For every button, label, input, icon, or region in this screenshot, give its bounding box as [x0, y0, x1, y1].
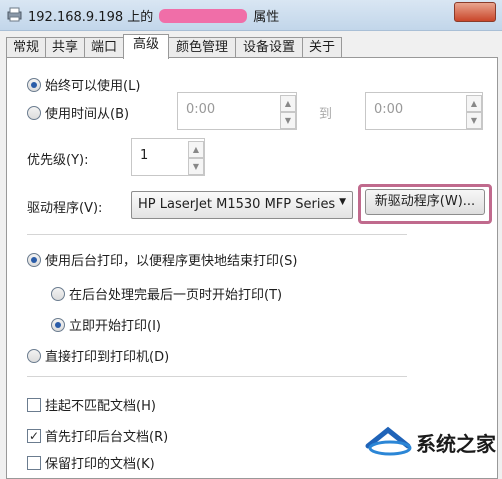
tab-ports[interactable]: 端口 [84, 37, 124, 58]
always-available-radio[interactable] [27, 78, 41, 92]
time-range-label: 使用时间从(B) [45, 107, 130, 122]
hold-mismatched-checkbox[interactable] [27, 398, 41, 412]
time-range-radio[interactable] [27, 106, 41, 120]
keep-printed-checkbox[interactable] [27, 456, 41, 470]
driver-select[interactable]: HP LaserJet M1530 MFP Series ▼ [131, 191, 353, 219]
separator [27, 376, 407, 377]
from-time-value: 0:00 [186, 102, 216, 117]
printer-icon [7, 7, 22, 22]
advanced-panel: 始终可以使用(L) 使用时间从(B) 0:00 ▲ ▼ 到 0:00 ▲ ▼ 优先级… [6, 57, 498, 479]
priority-value: 1 [140, 148, 149, 163]
tab-color-management[interactable]: 颜色管理 [168, 37, 236, 58]
spool-label: 使用后台打印，以便程序更快地结束打印(S) [45, 254, 298, 269]
spin-down-icon[interactable]: ▼ [466, 112, 482, 129]
driver-select-value: HP LaserJet M1530 MFP Series [138, 197, 336, 212]
watermark: 系统之家 [362, 422, 496, 458]
tab-device-settings[interactable]: 设备设置 [235, 37, 303, 58]
start-after-last-page-radio[interactable] [51, 287, 65, 301]
start-immediately-radio[interactable] [51, 318, 65, 332]
tab-about[interactable]: 关于 [302, 37, 342, 58]
to-time-value: 0:00 [374, 102, 404, 117]
print-spooled-first-label: 首先打印后台文档(R) [45, 430, 169, 445]
spin-up-icon[interactable]: ▲ [466, 95, 482, 112]
chevron-down-icon: ▼ [339, 197, 346, 207]
separator [27, 234, 407, 235]
from-time-spinner[interactable]: 0:00 ▲ ▼ [177, 92, 297, 130]
print-spooled-first-checkbox[interactable]: ✓ [27, 429, 41, 443]
spool-radio[interactable] [27, 253, 41, 267]
tab-advanced[interactable]: 高级 [123, 34, 169, 59]
tab-sharing[interactable]: 共享 [45, 37, 85, 58]
to-label: 到 [319, 107, 333, 122]
start-after-last-page-label: 在后台处理完最后一页时开始打印(T) [69, 288, 283, 303]
close-button[interactable] [454, 2, 496, 22]
direct-print-radio[interactable] [27, 349, 41, 363]
watermark-text: 系统之家 [416, 432, 496, 456]
spin-down-icon[interactable]: ▼ [188, 158, 204, 175]
spin-down-icon[interactable]: ▼ [280, 112, 296, 129]
to-time-spinner[interactable]: 0:00 ▲ ▼ [365, 92, 483, 130]
hold-mismatched-label: 挂起不匹配文档(H) [45, 399, 156, 414]
keep-printed-label: 保留打印的文档(K) [45, 457, 155, 472]
tab-general[interactable]: 常规 [6, 37, 46, 58]
direct-print-label: 直接打印到打印机(D) [45, 350, 170, 365]
start-immediately-label: 立即开始打印(I) [69, 319, 161, 334]
window-title: 192.168.9.198 上的 属性 [28, 9, 280, 25]
new-driver-button[interactable]: 新驱动程序(W)... [365, 189, 485, 215]
priority-label: 优先级(Y): [27, 153, 89, 168]
spin-up-icon[interactable]: ▲ [188, 141, 204, 158]
spin-up-icon[interactable]: ▲ [280, 95, 296, 112]
redacted-name [159, 9, 248, 23]
always-available-label: 始终可以使用(L) [45, 79, 141, 94]
house-logo-icon [365, 426, 412, 456]
title-bar: 192.168.9.198 上的 属性 [0, 0, 502, 31]
priority-spinner[interactable]: 1 ▲ ▼ [131, 138, 205, 176]
driver-label: 驱动程序(V): [27, 201, 103, 216]
